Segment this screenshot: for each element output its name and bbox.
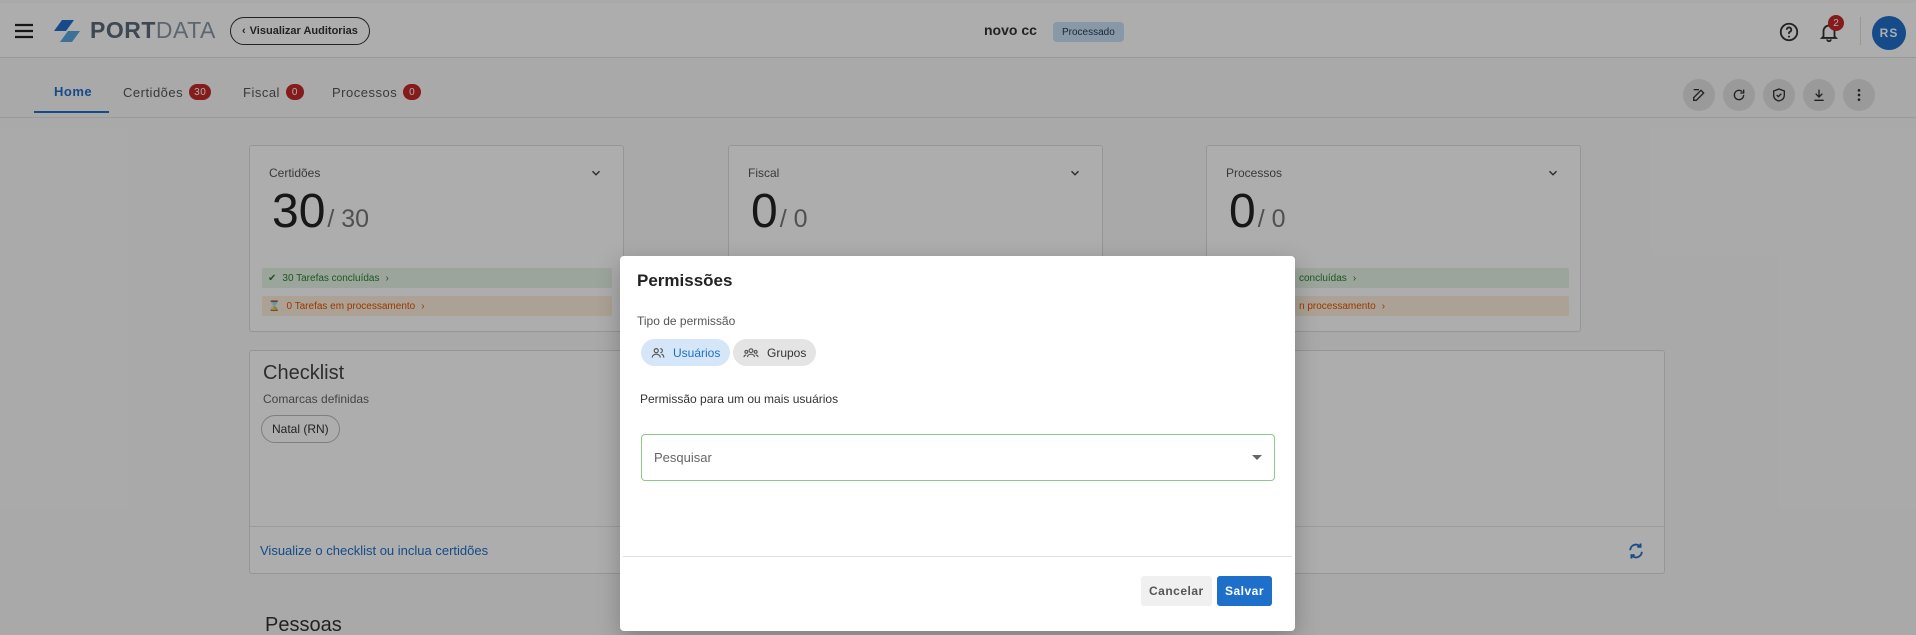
dialog-title: Permissões [637,271,733,290]
permission-type-label: Tipo de permissão [637,314,736,328]
dropdown-arrow-icon[interactable] [1252,455,1262,460]
groups-chip-label: Grupos [767,345,807,360]
save-button[interactable]: Salvar [1217,576,1273,606]
search-placeholder: Pesquisar [654,450,712,465]
people-icon [651,347,665,358]
dialog-divider [623,556,1292,557]
groups-chip[interactable]: Grupos [733,339,817,366]
users-chip-label: Usuários [673,345,721,360]
users-chip[interactable]: Usuários [641,339,731,366]
groups-icon [743,347,759,357]
permission-description: Permissão para um ou mais usuários [640,392,839,406]
permissions-dialog: Permissões Tipo de permissão Usuários Gr… [620,256,1295,631]
cancel-button[interactable]: Cancelar [1141,576,1212,606]
search-select[interactable]: Pesquisar [641,434,1275,481]
